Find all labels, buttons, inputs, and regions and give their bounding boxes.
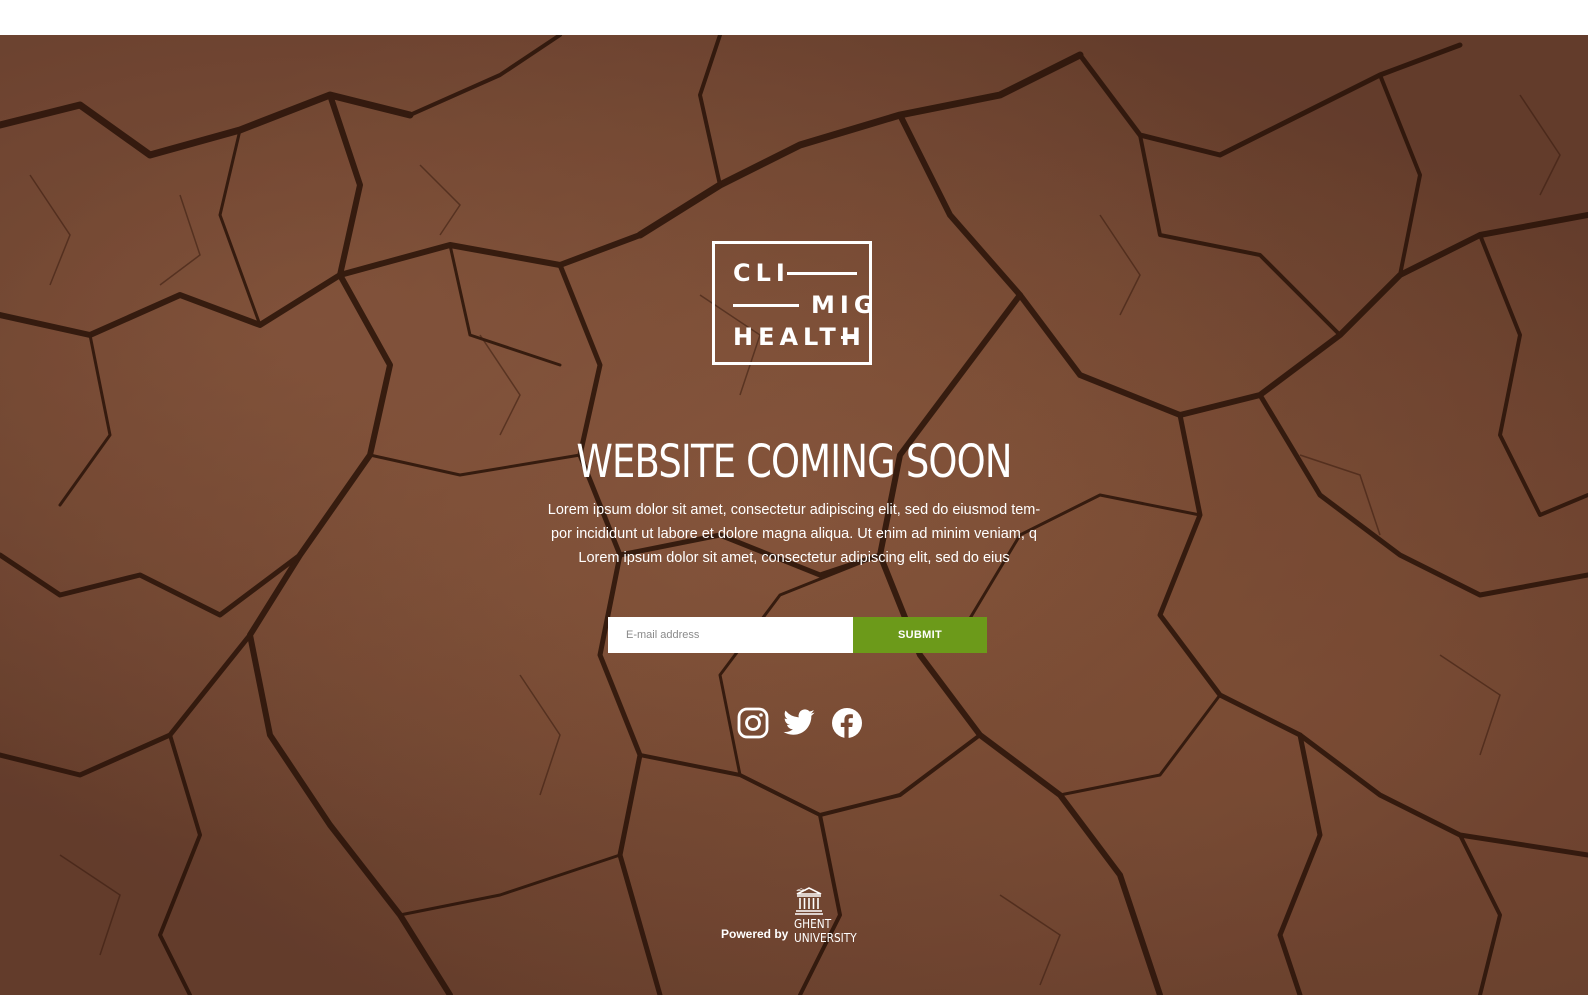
twitter-link[interactable] (782, 706, 816, 740)
facebook-link[interactable] (830, 706, 864, 740)
logo-text-cli: CLI (733, 259, 790, 287)
climighealth-logo: CLI MIG HEALTH (712, 241, 874, 365)
social-links (736, 706, 866, 742)
powered-by-label: Powered by (721, 927, 789, 941)
top-bar (0, 0, 1588, 35)
logo-dash (787, 272, 857, 275)
description-line: por incididunt ut labore et dolore magna… (550, 526, 1037, 542)
logo-dash (733, 304, 799, 307)
instagram-icon (737, 707, 769, 739)
hero-section: CLI MIG HEALTH WEBSITE COMING SOON Lorem… (0, 35, 1588, 995)
university-name-line2: UNIVERSITY (794, 931, 857, 945)
twitter-icon (783, 709, 815, 735)
university-building-icon (795, 887, 823, 915)
instagram-link[interactable] (736, 706, 770, 740)
description-line: Lorem ipsum dolor sit amet, consectetur … (547, 502, 1041, 518)
page-title: WEBSITE COMING SOON (576, 435, 1012, 488)
logo-dash (841, 336, 857, 339)
email-input[interactable] (608, 617, 853, 653)
university-name-line1: GHENT (794, 917, 832, 931)
hero-description: Lorem ipsum dolor sit amet, consectetur … (527, 498, 1061, 570)
description-line: Lorem ipsum dolor sit amet, consectetur … (578, 550, 1010, 566)
newsletter-form: SUBMIT (608, 617, 987, 653)
powered-by: Powered by GHENT UNIVERSITY (721, 885, 891, 945)
submit-button[interactable]: SUBMIT (853, 617, 987, 653)
logo-text-mig: MIG (811, 291, 879, 319)
facebook-icon (832, 708, 862, 738)
